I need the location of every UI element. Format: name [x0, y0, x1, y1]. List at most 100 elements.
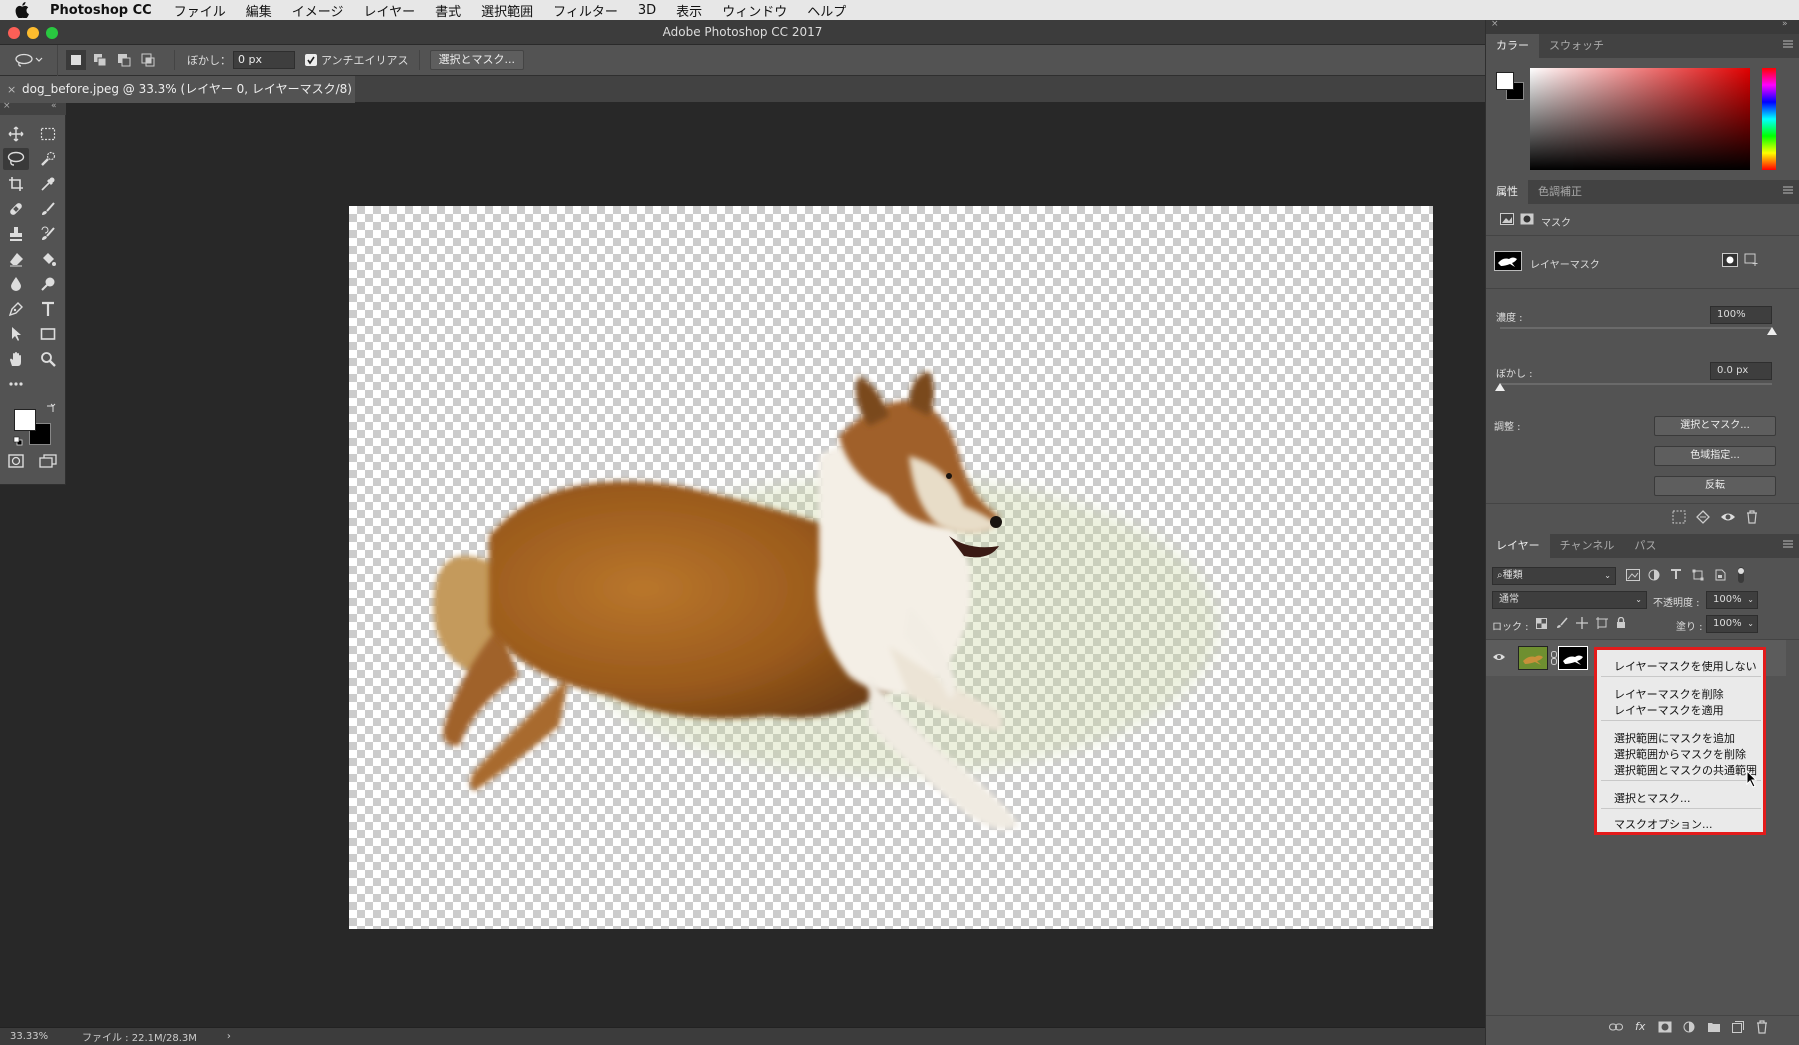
- blur-tool-icon[interactable]: [3, 273, 29, 295]
- new-group-icon[interactable]: [1707, 1021, 1721, 1033]
- menu-item-delete-layer-mask[interactable]: レイヤーマスクを削除: [1614, 686, 1724, 702]
- menu-edit[interactable]: 編集: [246, 1, 272, 20]
- blend-mode-select[interactable]: 通常 ⌄: [1492, 591, 1647, 609]
- brush-tool-icon[interactable]: [35, 198, 61, 220]
- opacity-input[interactable]: 100% ⌄: [1706, 591, 1758, 609]
- document-tab[interactable]: × dog_before.jpeg @ 33.3% (レイヤー 0, レイヤーマ…: [0, 76, 355, 123]
- tool-preset-picker[interactable]: [0, 44, 58, 76]
- filter-adjustment-icon[interactable]: [1648, 569, 1660, 581]
- edit-toolbar-icon[interactable]: [3, 373, 29, 395]
- dodge-tool-icon[interactable]: [35, 273, 61, 295]
- close-panel-icon[interactable]: ×: [3, 101, 11, 111]
- density-input[interactable]: 100%: [1710, 306, 1772, 324]
- menu-window[interactable]: ウィンドウ: [722, 1, 787, 20]
- tab-channels[interactable]: チャンネル: [1550, 534, 1625, 558]
- lasso-tool-icon[interactable]: [3, 148, 29, 170]
- new-layer-icon[interactable]: [1732, 1021, 1744, 1033]
- healing-brush-tool-icon[interactable]: [3, 198, 29, 220]
- select-and-mask-button[interactable]: 選択とマスク...: [1654, 416, 1776, 436]
- marquee-tool-icon[interactable]: [35, 123, 61, 145]
- new-adjustment-layer-icon[interactable]: [1683, 1021, 1695, 1033]
- document-canvas[interactable]: [349, 206, 1433, 929]
- feather-slider-thumb[interactable]: [1495, 383, 1505, 391]
- minimize-window-button[interactable]: [27, 27, 39, 39]
- apply-mask-icon[interactable]: [1696, 510, 1710, 524]
- swap-colors-icon[interactable]: [46, 403, 56, 413]
- filter-shape-icon[interactable]: [1692, 569, 1704, 581]
- layer-style-icon[interactable]: fx: [1635, 1020, 1645, 1033]
- filter-pixel-icon[interactable]: [1626, 569, 1640, 581]
- tools-panel-header[interactable]: × «: [0, 101, 66, 115]
- path-selection-tool-icon[interactable]: [3, 323, 29, 345]
- rectangle-tool-icon[interactable]: [35, 323, 61, 345]
- vector-mask-icon[interactable]: [1520, 213, 1534, 225]
- foreground-color-swatch[interactable]: [14, 409, 36, 431]
- filter-toggle-icon[interactable]: [1736, 567, 1746, 583]
- menu-filter[interactable]: フィルター: [553, 1, 618, 20]
- move-tool-icon[interactable]: [3, 123, 29, 145]
- lock-artboard-icon[interactable]: [1596, 617, 1608, 629]
- crop-tool-icon[interactable]: [3, 173, 29, 195]
- menu-item-add-mask-to-selection[interactable]: 選択範囲にマスクを追加: [1614, 730, 1735, 746]
- tab-color[interactable]: カラー: [1486, 34, 1539, 58]
- pen-tool-icon[interactable]: [3, 298, 29, 320]
- close-tab-icon[interactable]: ×: [7, 76, 16, 103]
- pixel-mask-icon[interactable]: [1500, 213, 1514, 225]
- lock-pixels-icon[interactable]: [1556, 617, 1568, 629]
- default-colors-icon[interactable]: [13, 436, 23, 446]
- app-name-menu[interactable]: Photoshop CC: [50, 3, 152, 18]
- panel-menu-icon[interactable]: [1782, 39, 1794, 49]
- select-and-mask-button[interactable]: 選択とマスク...: [429, 50, 525, 70]
- eraser-tool-icon[interactable]: [3, 248, 29, 270]
- density-slider-thumb[interactable]: [1767, 327, 1777, 335]
- menu-layer[interactable]: レイヤー: [363, 1, 415, 20]
- status-expand-icon[interactable]: ›: [227, 1031, 231, 1042]
- filter-smart-object-icon[interactable]: [1714, 569, 1726, 581]
- collapse-panel-icon[interactable]: «: [51, 101, 57, 111]
- menu-item-subtract-mask-from-selection[interactable]: 選択範囲からマスクを削除: [1614, 746, 1746, 762]
- link-layers-icon[interactable]: [1609, 1023, 1623, 1031]
- antialias-checkbox[interactable]: [305, 54, 317, 66]
- zoom-tool-icon[interactable]: [35, 348, 61, 370]
- close-window-button[interactable]: [8, 27, 20, 39]
- filter-type-icon[interactable]: [1670, 568, 1682, 580]
- fill-input[interactable]: 100% ⌄: [1706, 615, 1758, 633]
- select-mask-icon[interactable]: [1722, 253, 1738, 267]
- menu-view[interactable]: 表示: [676, 1, 702, 20]
- subtract-from-selection-button[interactable]: [114, 50, 134, 70]
- menu-select[interactable]: 選択範囲: [481, 1, 533, 20]
- add-layer-mask-icon[interactable]: [1658, 1021, 1672, 1033]
- menu-3d[interactable]: 3D: [638, 3, 656, 18]
- feather-input[interactable]: 0.0 px: [1710, 362, 1772, 380]
- quick-selection-tool-icon[interactable]: [35, 148, 61, 170]
- menu-file[interactable]: ファイル: [174, 1, 226, 20]
- layer-filter-select[interactable]: ⌕種類 ⌄: [1492, 567, 1616, 585]
- menu-type[interactable]: 書式: [435, 1, 461, 20]
- collapse-dock-icon[interactable]: »: [1782, 19, 1788, 29]
- add-to-selection-button[interactable]: [90, 50, 110, 70]
- close-dock-icon[interactable]: ×: [1491, 19, 1499, 29]
- menu-help[interactable]: ヘルプ: [807, 1, 846, 20]
- lock-all-icon[interactable]: [1616, 617, 1626, 629]
- lock-transparency-icon[interactable]: [1536, 618, 1547, 629]
- menu-item-select-and-mask[interactable]: 選択とマスク...: [1614, 790, 1691, 806]
- tab-layers[interactable]: レイヤー: [1486, 534, 1550, 558]
- feather-input[interactable]: 0 px: [233, 51, 295, 69]
- zoom-window-button[interactable]: [46, 27, 58, 39]
- zoom-level[interactable]: 33.33%: [10, 1031, 82, 1042]
- density-slider-track[interactable]: [1500, 327, 1772, 329]
- delete-layer-icon[interactable]: [1756, 1020, 1768, 1034]
- color-range-button[interactable]: 色域指定...: [1654, 446, 1776, 466]
- add-vector-mask-icon[interactable]: [1744, 253, 1760, 267]
- paint-bucket-tool-icon[interactable]: [35, 248, 61, 270]
- layer-mask-thumbnail-selected[interactable]: [1558, 646, 1588, 670]
- color-panel-foreground-swatch[interactable]: [1496, 72, 1514, 90]
- hue-slider[interactable]: [1762, 68, 1776, 170]
- layer-visibility-eye-icon[interactable]: [1492, 652, 1506, 662]
- type-tool-icon[interactable]: [35, 298, 61, 320]
- new-selection-button[interactable]: [66, 50, 86, 70]
- tab-properties[interactable]: 属性: [1486, 180, 1528, 204]
- screen-mode-icon[interactable]: [35, 450, 61, 472]
- tab-adjustments[interactable]: 色調補正: [1528, 180, 1592, 204]
- menu-item-intersect-mask-with-selection[interactable]: 選択範囲とマスクの共通範囲: [1614, 762, 1757, 778]
